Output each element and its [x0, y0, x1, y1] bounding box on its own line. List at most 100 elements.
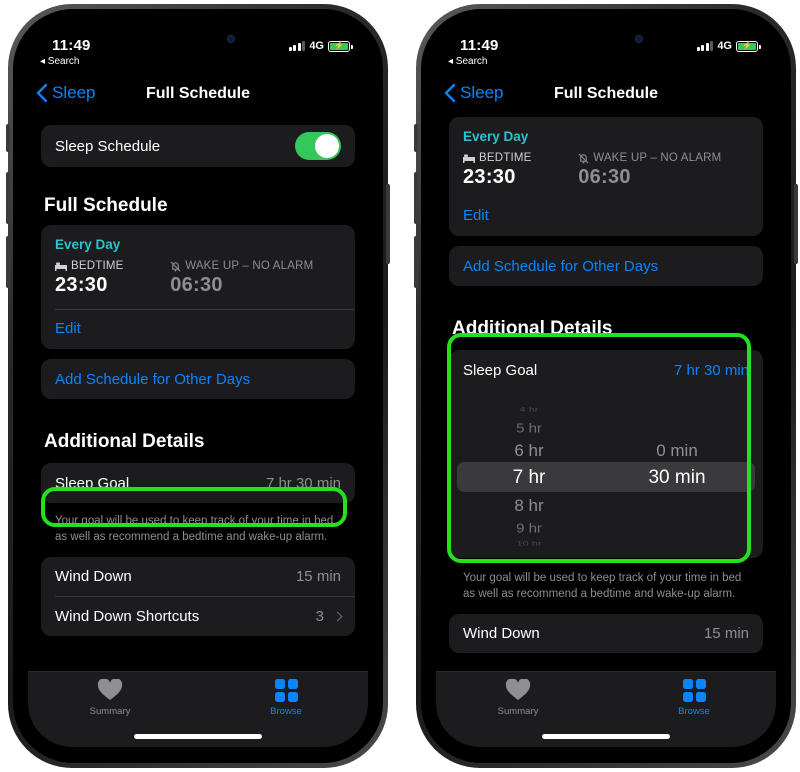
- sleep-goal-row[interactable]: Sleep Goal 7 hr 30 min: [449, 350, 763, 390]
- battery-charging-icon: ⚡: [736, 40, 761, 52]
- sleep-goal-value: 7 hr 30 min: [673, 361, 749, 379]
- additional-details-heading: Additional Details: [44, 431, 205, 452]
- volume-down-button: [6, 236, 10, 288]
- wakeup-value: 06:30: [578, 166, 631, 188]
- side-button: [386, 184, 390, 264]
- add-schedule-button[interactable]: Add Schedule for Other Days: [41, 359, 355, 399]
- mute-switch: [6, 124, 10, 152]
- picker-hour-option[interactable]: 9 hr: [459, 521, 599, 535]
- side-button: [794, 184, 798, 264]
- picker-hour-selected[interactable]: 7 hr: [459, 467, 599, 489]
- bedtime-value: 23:30: [55, 274, 108, 296]
- tab-summary-label: Summary: [497, 706, 539, 717]
- sleep-schedule-label: Sleep Schedule: [55, 137, 161, 155]
- wind-down-card: Wind Down 15 min: [449, 614, 763, 653]
- tab-summary[interactable]: Summary: [458, 678, 578, 717]
- sleep-goal-picker[interactable]: 4 hr 5 hr 6 hr 7 hr 8 hr 9 hr 10 hr 0 mi…: [449, 390, 763, 558]
- page-title: Full Schedule: [145, 85, 250, 102]
- wind-down-shortcuts-count: 3: [315, 608, 324, 625]
- left-screen: 11:49 ◂ Search 4G ⚡ Sleep Full Schedule …: [28, 25, 368, 747]
- network-type: 4G: [717, 40, 732, 52]
- bedtime-label-group: BEDTIME: [463, 152, 578, 164]
- right-phone-frame: 11:49 ◂ Search 4G ⚡ Sleep Full Schedule: [414, 4, 798, 768]
- home-indicator: [542, 734, 670, 739]
- full-schedule-heading: Full Schedule: [44, 195, 168, 216]
- navigation-bar: Sleep Full Schedule: [436, 77, 776, 113]
- bedtime-label: BEDTIME: [71, 260, 124, 272]
- battery-charging-icon: ⚡: [328, 40, 353, 52]
- wind-down-shortcuts-row[interactable]: Wind Down Shortcuts 3: [41, 597, 355, 636]
- schedule-day-label: Every Day: [463, 129, 529, 144]
- bedtime-value: 23:30: [463, 166, 516, 188]
- wakeup-label: WAKE UP – NO ALARM: [593, 152, 722, 164]
- edit-schedule-button[interactable]: Edit: [41, 310, 355, 349]
- sleep-schedule-row: Sleep Schedule: [41, 125, 355, 167]
- heart-icon: [97, 679, 123, 700]
- wind-down-shortcuts-label: Wind Down Shortcuts: [55, 608, 200, 625]
- back-to-search-link[interactable]: ◂ Search: [40, 56, 79, 67]
- tab-bar: Summary Browse: [436, 671, 776, 747]
- page-title: Full Schedule: [553, 85, 658, 102]
- tab-browse[interactable]: Browse: [226, 678, 346, 717]
- wind-down-value: 15 min: [703, 625, 749, 642]
- schedule-card[interactable]: Every Day BEDTIME 23:30 WAKE UP – NO ALA…: [449, 117, 763, 236]
- picker-minutes-column[interactable]: 0 min 30 min: [607, 390, 747, 558]
- sleep-goal-row[interactable]: Sleep Goal 7 hr 30 min: [41, 463, 355, 503]
- picker-hour-option[interactable]: 10 hr: [459, 541, 599, 548]
- additional-details-heading: Additional Details: [452, 318, 613, 339]
- left-phone-frame: 11:49 ◂ Search 4G ⚡ Sleep Full Schedule …: [6, 4, 390, 768]
- bedtime-label: BEDTIME: [479, 152, 532, 164]
- navigation-bar: Sleep Full Schedule: [28, 77, 368, 113]
- sleep-schedule-toggle[interactable]: [295, 132, 341, 160]
- picker-hour-option[interactable]: 4 hr: [459, 407, 599, 414]
- wakeup-label-group: WAKE UP – NO ALARM: [170, 260, 341, 272]
- schedule-day-label: Every Day: [55, 237, 121, 252]
- sleep-goal-label: Sleep Goal: [55, 474, 130, 492]
- sleep-goal-value: 7 hr 30 min: [265, 474, 341, 492]
- network-type: 4G: [309, 40, 324, 52]
- add-schedule-button[interactable]: Add Schedule for Other Days: [449, 246, 763, 286]
- schedule-card[interactable]: Every Day BEDTIME 23:30 WAKE UP – NO ALA…: [41, 225, 355, 349]
- tab-summary-label: Summary: [89, 706, 131, 717]
- wakeup-value: 06:30: [170, 274, 223, 296]
- grid-icon: [682, 678, 706, 702]
- wind-down-card: Wind Down 15 min Wind Down Shortcuts 3: [41, 557, 355, 636]
- wind-down-label: Wind Down: [463, 625, 540, 642]
- mute-switch: [414, 124, 418, 152]
- right-screen: 11:49 ◂ Search 4G ⚡ Sleep Full Schedule: [436, 25, 776, 747]
- grid-icon: [274, 678, 298, 702]
- heart-icon: [505, 679, 531, 700]
- bedtime-label-group: BEDTIME: [55, 260, 170, 272]
- picker-minute-selected[interactable]: 30 min: [607, 467, 747, 489]
- back-to-search-link[interactable]: ◂ Search: [448, 56, 487, 67]
- sleep-goal-card: Sleep Goal 7 hr 30 min 4 hr 5 hr 6 hr 7 …: [449, 350, 763, 558]
- picker-minute-option[interactable]: 0 min: [607, 441, 747, 461]
- volume-up-button: [6, 172, 10, 224]
- status-time: 11:49: [460, 37, 499, 54]
- left-content: Sleep Schedule Full Schedule Every Day B…: [28, 113, 368, 747]
- picker-hour-option[interactable]: 8 hr: [459, 496, 599, 516]
- edit-schedule-button[interactable]: Edit: [449, 189, 763, 236]
- wind-down-row[interactable]: Wind Down 15 min: [449, 614, 763, 653]
- alarm-off-icon: [578, 153, 589, 164]
- tab-bar: Summary Browse: [28, 671, 368, 747]
- wakeup-label-group: WAKE UP – NO ALARM: [578, 152, 749, 164]
- picker-hours-column[interactable]: 4 hr 5 hr 6 hr 7 hr 8 hr 9 hr 10 hr: [459, 390, 599, 558]
- wind-down-label: Wind Down: [55, 568, 132, 585]
- wakeup-label: WAKE UP – NO ALARM: [185, 260, 314, 272]
- tab-summary[interactable]: Summary: [50, 678, 170, 717]
- wind-down-row[interactable]: Wind Down 15 min: [41, 557, 355, 596]
- right-content: Every Day BEDTIME 23:30 WAKE UP – NO ALA…: [436, 113, 776, 747]
- tab-browse[interactable]: Browse: [634, 678, 754, 717]
- notch: [105, 25, 291, 59]
- volume-up-button: [414, 172, 418, 224]
- alarm-off-icon: [170, 261, 181, 272]
- picker-hour-option[interactable]: 5 hr: [459, 421, 599, 435]
- sleep-goal-footnote: Your goal will be used to keep track of …: [463, 572, 742, 600]
- wind-down-value: 15 min: [295, 568, 341, 585]
- chevron-right-icon: [332, 611, 343, 622]
- picker-hour-option[interactable]: 6 hr: [459, 441, 599, 461]
- add-schedule-label: Add Schedule for Other Days: [463, 257, 659, 275]
- bed-icon: [463, 154, 475, 163]
- bed-icon: [55, 262, 67, 271]
